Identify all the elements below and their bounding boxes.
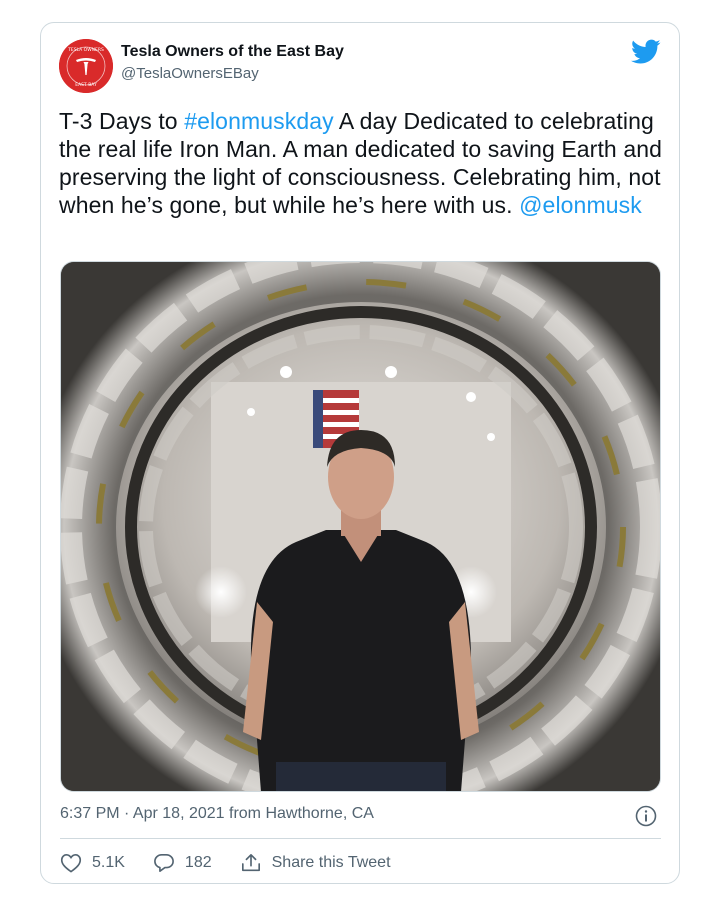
handle[interactable]: @TeslaOwnersEBay bbox=[121, 65, 344, 82]
reply-button[interactable]: 182 bbox=[153, 853, 212, 873]
heart-icon bbox=[60, 853, 82, 873]
like-count: 5.1K bbox=[92, 854, 125, 871]
divider bbox=[60, 838, 661, 839]
avatar-text-top: TESLA OWNERS bbox=[67, 47, 104, 53]
display-name[interactable]: Tesla Owners of the East Bay bbox=[121, 43, 344, 61]
tweet-text-part1: T-3 Days to bbox=[59, 108, 185, 134]
reply-count: 182 bbox=[184, 854, 212, 871]
tweet-card: TESLA OWNERS EAST BAY Tesla Owners of th… bbox=[40, 22, 680, 884]
photo-illustration bbox=[61, 262, 660, 791]
account-names: Tesla Owners of the East Bay @TeslaOwner… bbox=[121, 43, 344, 82]
tweet-text: T-3 Days to #elonmuskday A day Dedicated… bbox=[59, 107, 669, 219]
timestamp[interactable]: 6:37 PM · Apr 18, 2021 from Hawthorne, C… bbox=[60, 805, 374, 822]
hashtag-link[interactable]: #elonmuskday bbox=[184, 108, 334, 134]
reply-icon bbox=[154, 854, 174, 872]
tweet-actions: 5.1K 182 Share this Tweet bbox=[60, 851, 661, 875]
mention-link[interactable]: @elonmusk bbox=[519, 192, 642, 218]
avatar-text-bottom: EAST BAY bbox=[75, 82, 97, 88]
twitter-bird-icon[interactable] bbox=[631, 39, 661, 65]
tweet-meta: 6:37 PM · Apr 18, 2021 from Hawthorne, C… bbox=[60, 805, 661, 829]
tweet-photo[interactable] bbox=[60, 261, 661, 792]
share-icon bbox=[241, 854, 260, 872]
info-icon[interactable] bbox=[635, 805, 657, 827]
like-button[interactable]: 5.1K bbox=[60, 853, 125, 873]
avatar[interactable]: TESLA OWNERS EAST BAY bbox=[59, 39, 113, 93]
tweet-header: TESLA OWNERS EAST BAY Tesla Owners of th… bbox=[59, 37, 661, 93]
share-label: Share this Tweet bbox=[271, 854, 391, 871]
share-button[interactable]: Share this Tweet bbox=[240, 853, 391, 873]
